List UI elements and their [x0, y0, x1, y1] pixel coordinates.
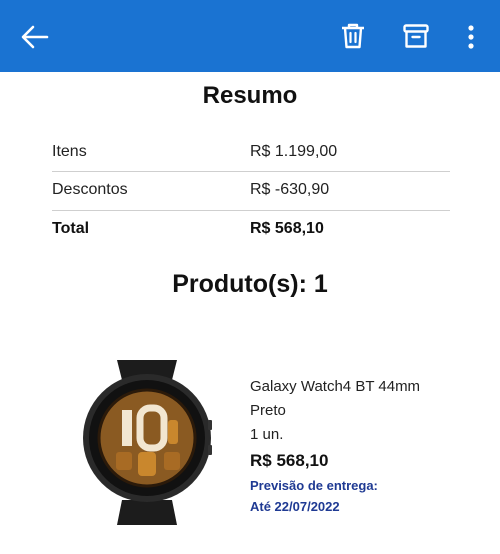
product-color: Preto [250, 402, 286, 419]
summary-value: R$ 1.199,00 [250, 143, 338, 160]
trash-icon[interactable] [338, 20, 368, 52]
product-name[interactable]: Galaxy Watch4 BT 44mm [250, 378, 420, 395]
more-vertical-icon[interactable] [458, 22, 484, 52]
product-quantity: 1 un. [250, 426, 284, 443]
summary-title: Resumo [202, 82, 298, 109]
summary-label: Total [52, 220, 90, 237]
delivery-label: Previsão de entrega: [250, 478, 378, 493]
summary-row-total: Total R$ 568,10 [52, 211, 450, 249]
delivery-date: Até 22/07/2022 [250, 499, 340, 514]
product-image[interactable] [82, 340, 212, 548]
back-arrow-icon[interactable] [18, 22, 52, 52]
app-bar [0, 0, 500, 72]
summary-value: R$ -630,90 [250, 181, 330, 198]
summary-row-items: Itens R$ 1.199,00 [52, 134, 450, 172]
summary-label: Itens [52, 143, 87, 160]
archive-icon[interactable] [400, 20, 432, 52]
summary-label: Descontos [52, 181, 128, 198]
summary-value: R$ 568,10 [250, 220, 324, 237]
summary-row-discounts: Descontos R$ -630,90 [52, 172, 450, 210]
product-price: R$ 568,10 [250, 451, 329, 470]
products-title: Produto(s): 1 [172, 270, 328, 298]
